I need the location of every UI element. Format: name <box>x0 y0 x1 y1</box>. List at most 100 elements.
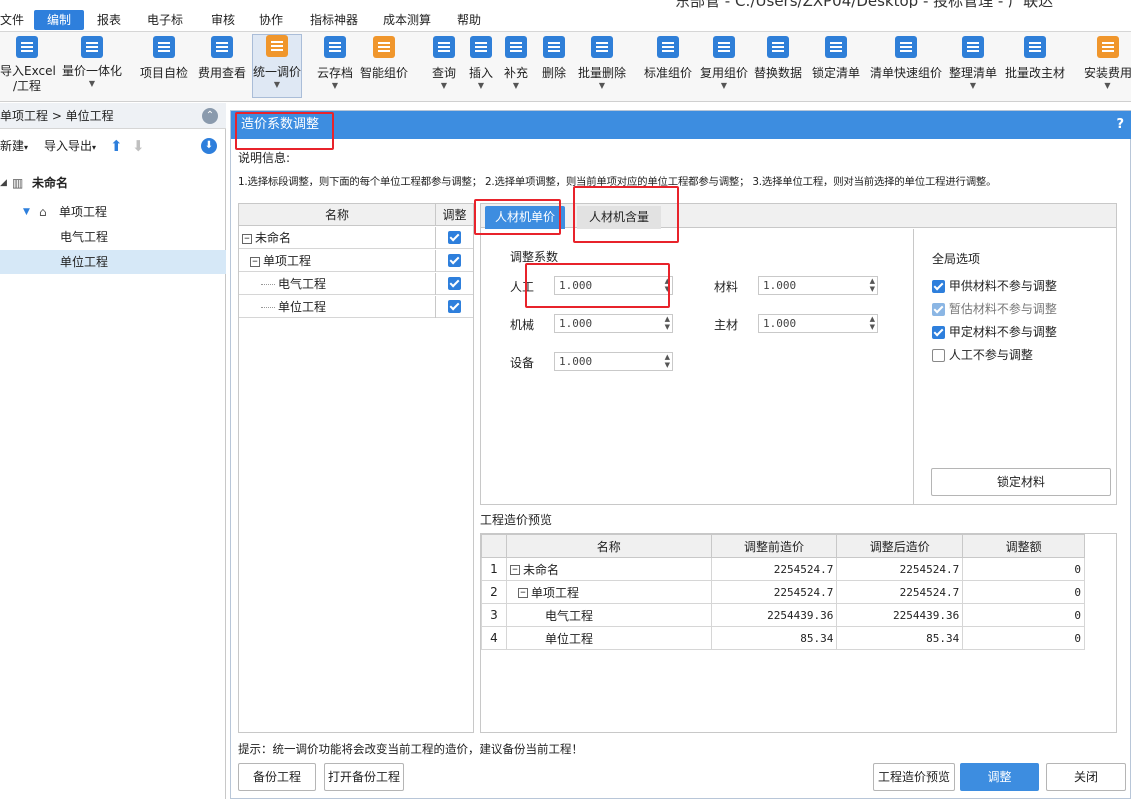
open-backup-button[interactable]: 打开备份工程 <box>324 763 404 791</box>
option-supplied-material[interactable]: 甲供材料不参与调整 <box>932 277 1057 294</box>
help-icon[interactable]: ? <box>1116 111 1124 139</box>
query-icon <box>433 36 455 58</box>
batch-material-button[interactable]: 批量改主材 <box>1002 36 1068 98</box>
option-designated-material[interactable]: 甲定材料不参与调整 <box>932 323 1057 340</box>
install-fee-icon <box>1096 36 1119 58</box>
global-options-title: 全局选项 <box>932 252 981 266</box>
table-row[interactable]: 1 − 未命名 2254524.7 2254524.7 0 <box>481 557 1085 581</box>
menu-review[interactable]: 审核 <box>211 11 235 28</box>
cloud-save-button[interactable]: 云存档 ▼ <box>314 36 356 98</box>
ribbon-toolbar: 导入Excel /工程 量价一体化 ▼ 项目自检 费用查看 统一调价 ▼ 云存档… <box>0 32 1131 102</box>
new-button[interactable]: 新建▾ <box>0 131 28 163</box>
table-row[interactable]: 4 单位工程 85.34 85.34 0 <box>481 626 1085 650</box>
unified-adjust-button[interactable]: 统一调价 ▼ <box>252 34 302 98</box>
menu-bar: 文件 编制 报表 电子标 审核 协作 指标神器 成本测算 帮助 <box>0 8 1131 32</box>
unit-tree-table: 名称 调整 − 未命名 − 单项工程 电气工程 单位工程 <box>238 203 474 733</box>
adjust-checkbox[interactable] <box>448 277 461 290</box>
reuse-price-button[interactable]: 复用组价 ▼ <box>698 36 750 98</box>
tree-collapse-icon[interactable]: − <box>242 233 252 244</box>
lock-list-icon <box>825 36 847 58</box>
option-exclude-labor[interactable]: 人工不参与调整 <box>932 346 1033 363</box>
move-down-icon[interactable]: ⬇ <box>132 131 145 161</box>
menu-file[interactable]: 文件 <box>0 11 24 28</box>
checkbox[interactable] <box>932 280 945 293</box>
import-export-button[interactable]: 导入导出▾ <box>44 131 96 163</box>
collapse-up-icon[interactable]: ⌃ <box>202 108 218 124</box>
menu-help[interactable]: 帮助 <box>457 11 481 28</box>
table-row[interactable]: 3 电气工程 2254439.36 2254439.36 0 <box>481 603 1085 627</box>
tree-table-row[interactable]: − 未命名 <box>239 227 473 249</box>
project-tree-panel: 单项工程 > 单位工程 ⌃ 新建▾ 导入导出▾ ⬆ ⬇ ⬇ ◢ ▥ 未命名 ▼ … <box>0 103 226 799</box>
global-options-panel: 全局选项 甲供材料不参与调整 暂估材料不参与调整 甲定材料不参与调整 人工不参与… <box>913 229 1116 504</box>
organize-list-button[interactable]: 整理清单 ▼ <box>946 36 1000 98</box>
cost-preview-button[interactable]: 工程造价预览 <box>873 763 955 791</box>
replace-data-icon <box>767 36 789 58</box>
smart-price-button[interactable]: 智能组价 <box>358 36 410 98</box>
menu-collab[interactable]: 协作 <box>259 11 283 28</box>
move-up-icon[interactable]: ⬆ <box>110 131 123 161</box>
left-toolbar: 新建▾ 导入导出▾ ⬆ ⬇ ⬇ <box>0 131 226 161</box>
install-fee-button[interactable]: 安装费用 ▼ <box>1084 36 1131 98</box>
menu-index-tool[interactable]: 指标神器 <box>310 11 358 28</box>
tree-collapse-icon[interactable]: − <box>517 588 528 598</box>
machine-spinbox[interactable]: 1.000 ▲ ▼ <box>554 314 673 333</box>
import-excel-button[interactable]: 导入Excel /工程 <box>0 36 56 98</box>
standard-price-button[interactable]: 标准组价 <box>642 36 694 98</box>
main-material-spinbox[interactable]: 1.000 ▲ ▼ <box>758 314 878 333</box>
tree-expand-icon[interactable]: ▼ <box>23 200 30 224</box>
coefficient-tab-panel: 人材机单价 人材机含量 调整系数 人工 1.000 ▲ ▼ 材料 1.000 ▲ ▼ 机… <box>480 203 1117 505</box>
equipment-spinbox[interactable]: 1.000 ▲ ▼ <box>554 352 673 371</box>
delete-button[interactable]: 删除 <box>538 36 570 98</box>
highlight-box-tab2 <box>573 186 679 243</box>
adjust-checkbox[interactable] <box>448 231 461 244</box>
tree-item-single[interactable]: ▼ ⌂ 单项工程 <box>0 200 226 224</box>
standard-price-icon <box>657 36 679 58</box>
batch-delete-button[interactable]: 批量删除 ▼ <box>574 36 630 98</box>
fee-view-button[interactable]: 费用查看 <box>195 36 249 98</box>
tree-table-header: 名称 调整 <box>239 204 473 226</box>
tree-collapse-icon[interactable]: ◢ <box>0 171 7 195</box>
tree-table-row[interactable]: 单位工程 <box>239 296 473 318</box>
supplement-button[interactable]: 补充 ▼ <box>500 36 532 98</box>
preview-title: 工程造价预览 <box>480 513 553 527</box>
download-icon[interactable]: ⬇ <box>201 138 217 154</box>
self-check-button[interactable]: 项目自检 <box>136 36 192 98</box>
highlight-box-title <box>235 112 334 150</box>
machine-label: 机械 <box>510 318 535 332</box>
insert-button[interactable]: 插入 ▼ <box>464 36 498 98</box>
lock-list-button[interactable]: 锁定清单 <box>809 36 863 98</box>
adjust-checkbox[interactable] <box>448 300 461 313</box>
table-row[interactable]: 2 − 单项工程 2254524.7 2254524.7 0 <box>481 580 1085 604</box>
menu-cost-calc[interactable]: 成本测算 <box>383 11 431 28</box>
quick-price-button[interactable]: 清单快速组价 <box>868 36 944 98</box>
tree-collapse-icon[interactable]: − <box>509 565 520 575</box>
menu-edit[interactable]: 编制 <box>34 10 85 30</box>
tree-table-row[interactable]: − 单项工程 <box>239 250 473 272</box>
adjust-checkbox[interactable] <box>448 254 461 267</box>
lock-material-button[interactable]: 锁定材料 <box>931 468 1111 496</box>
qty-price-icon <box>81 36 103 58</box>
menu-report[interactable]: 报表 <box>97 11 121 28</box>
checkbox[interactable] <box>932 349 945 362</box>
info-label: 说明信息: <box>238 151 291 165</box>
unified-adjust-icon <box>266 35 288 57</box>
organize-list-icon <box>962 36 984 58</box>
checkbox[interactable] <box>932 326 945 339</box>
material-spinbox[interactable]: 1.000 ▲ ▼ <box>758 276 878 295</box>
query-button[interactable]: 查询 ▼ <box>427 36 461 98</box>
preview-table-frame: 名称 调整前造价 调整后造价 调整额 1 − 未命名 2254524.7 2254… <box>480 533 1117 733</box>
menu-e-bid[interactable]: 电子标 <box>147 11 183 28</box>
smart-price-icon <box>373 36 395 58</box>
tree-item-unit[interactable]: 单位工程 <box>0 250 226 274</box>
backup-button[interactable]: 备份工程 <box>238 763 316 791</box>
replace-data-button[interactable]: 替换数据 <box>752 36 804 98</box>
reuse-price-icon <box>713 36 735 58</box>
adjust-button[interactable]: 调整 <box>960 763 1039 791</box>
tree-item-root[interactable]: ◢ ▥ 未命名 <box>0 171 226 195</box>
qty-price-button[interactable]: 量价一体化 ▼ <box>58 36 126 98</box>
tree-table-row[interactable]: 电气工程 <box>239 273 473 295</box>
tree-collapse-icon[interactable]: − <box>250 256 260 267</box>
close-button[interactable]: 关闭 <box>1046 763 1126 791</box>
tree-item-electrical[interactable]: 电气工程 <box>0 225 226 249</box>
tip-text: 提示：统一调价功能将会改变当前工程的造价，建议备份当前工程！ <box>238 742 583 756</box>
